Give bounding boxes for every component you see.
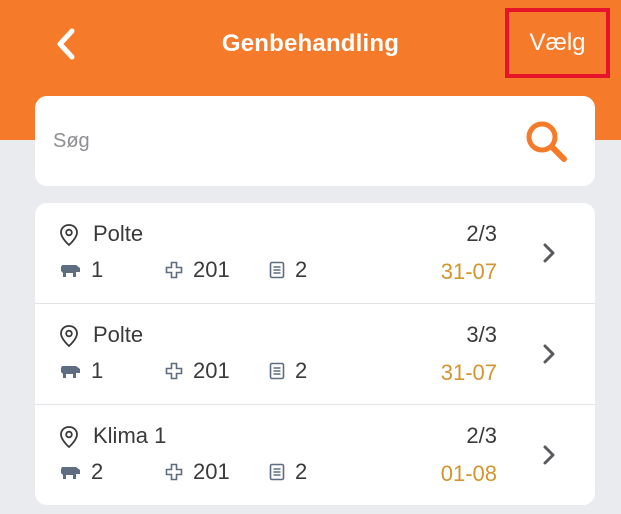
progress-count: 2/3 (466, 423, 497, 448)
medical-cross-icon (165, 261, 183, 279)
location-pin-icon (60, 224, 78, 247)
chevron-right-icon (543, 243, 555, 263)
animal-count: 1 (59, 257, 103, 283)
animal-count: 2 (59, 459, 103, 485)
select-button[interactable]: Vælg (505, 8, 610, 78)
progress-count: 2/3 (466, 221, 497, 246)
document-icon (269, 362, 285, 380)
animal-count: 1 (59, 358, 103, 384)
list-item[interactable]: Polte 1 201 2 3/3 31-07 (35, 303, 595, 404)
treatment-count: 201 (165, 358, 230, 384)
search-icon[interactable] (523, 118, 569, 164)
pig-icon (61, 467, 80, 479)
search-input[interactable] (51, 128, 495, 154)
treatment-count: 201 (165, 257, 230, 283)
record-count: 2 (269, 459, 307, 485)
treatment-list: Polte 1 201 2 2/3 31-07 Polte 1 201 2 3/… (35, 203, 595, 505)
date: 01-08 (440, 461, 497, 486)
record-count: 2 (269, 358, 307, 384)
location-pin-icon (60, 325, 78, 348)
list-item[interactable]: Polte 1 201 2 2/3 31-07 (35, 203, 595, 303)
select-button-label: Vælg (529, 29, 586, 56)
medical-cross-icon (165, 362, 183, 380)
chevron-right-icon (543, 445, 555, 465)
pig-icon (61, 265, 80, 277)
location-name: Polte (93, 322, 144, 347)
pig-icon (61, 366, 80, 378)
date: 31-07 (440, 360, 497, 385)
list-item[interactable]: Klima 1 2 201 2 2/3 01-08 (35, 404, 595, 505)
progress-count: 3/3 (466, 322, 497, 347)
search-bar (35, 96, 595, 186)
chevron-right-icon (543, 344, 555, 364)
location-pin-icon (60, 426, 78, 449)
location-name: Polte (93, 221, 144, 246)
treatment-count: 201 (165, 459, 230, 485)
date: 31-07 (440, 259, 497, 284)
document-icon (269, 463, 285, 481)
record-count: 2 (269, 257, 307, 283)
medical-cross-icon (165, 463, 183, 481)
location-name: Klima 1 (93, 423, 167, 448)
document-icon (269, 261, 285, 279)
